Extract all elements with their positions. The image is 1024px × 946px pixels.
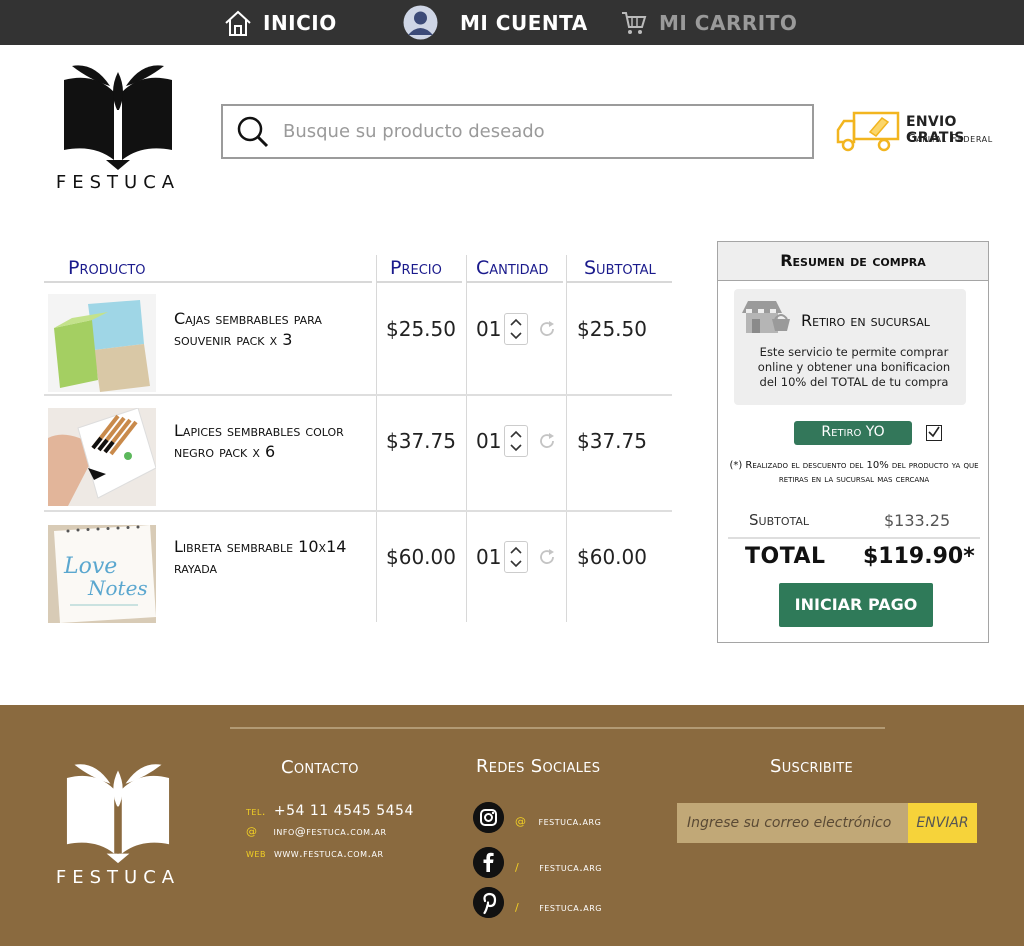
product-name[interactable]: Lapices sembrables color negro pack x 6	[174, 420, 369, 462]
quantity-value[interactable]: 01	[476, 545, 501, 569]
order-summary-panel: Resumen de compra Retiro en sucursal Est…	[717, 241, 989, 643]
nav-account-label: MI CUENTA	[460, 10, 588, 35]
footer-logo-text: FESTUCA	[55, 867, 181, 888]
column-divider	[566, 255, 567, 622]
facebook-icon[interactable]	[473, 847, 504, 878]
summary-title: Resumen de compra	[718, 242, 988, 281]
column-header-quantity: Cantidad	[466, 255, 563, 283]
row-divider	[44, 394, 672, 396]
subtotal-value: $133.25	[884, 511, 951, 530]
checkmark-icon	[928, 426, 940, 438]
chevron-down-icon[interactable]	[510, 443, 522, 453]
brand-logo-text: FESTUCA	[55, 172, 181, 193]
product-image-notebook[interactable]: Love Notes	[48, 525, 156, 623]
social-pinterest-handle[interactable]: / festuca.arg	[515, 901, 602, 914]
subscribe-title: Suscribite	[770, 756, 854, 777]
refresh-icon[interactable]	[538, 320, 556, 338]
chevron-down-icon[interactable]	[510, 559, 522, 569]
newsletter-email-input[interactable]	[677, 803, 908, 843]
chevron-down-icon[interactable]	[510, 331, 522, 341]
instagram-icon[interactable]	[473, 802, 504, 833]
total-label: TOTAL	[745, 544, 826, 569]
book-logo-icon	[66, 764, 170, 864]
chevron-up-icon[interactable]	[510, 317, 522, 327]
search-input[interactable]	[283, 121, 783, 142]
quantity-value[interactable]: 01	[476, 429, 501, 453]
quantity-stepper[interactable]	[504, 425, 528, 457]
column-header-price: Precio	[376, 255, 462, 283]
footer-divider	[230, 727, 885, 729]
nav-account[interactable]: MI CUENTA	[403, 0, 588, 45]
search-icon	[237, 116, 269, 147]
brand-logo[interactable]: FESTUCA	[44, 62, 192, 196]
contact-email[interactable]: @ info@festuca.com.ar	[246, 825, 387, 838]
row-subtotal: $60.00	[577, 545, 647, 569]
social-instagram-handle[interactable]: @ festuca.arg	[515, 815, 601, 828]
row-subtotal: $37.75	[577, 429, 647, 453]
row-divider	[44, 510, 672, 512]
product-image-boxes[interactable]	[48, 294, 156, 392]
column-divider	[466, 255, 467, 622]
refresh-icon[interactable]	[538, 432, 556, 450]
boxes-image-icon	[48, 294, 156, 392]
nav-home-label: INICIO	[263, 10, 337, 35]
quantity-value[interactable]: 01	[476, 317, 501, 341]
quantity-stepper[interactable]	[504, 313, 528, 345]
row-subtotal: $25.50	[577, 317, 647, 341]
footer: FESTUCA Contacto tel. +54 11 4545 5454 @…	[0, 705, 1024, 946]
product-name[interactable]: Cajas sembrables para souvenir pack x 3	[174, 308, 369, 350]
contact-phone[interactable]: tel. +54 11 4545 5454	[246, 803, 414, 819]
cart-icon	[622, 11, 647, 34]
store-icon	[742, 301, 790, 333]
store-pickup-box: Retiro en sucursal Este servicio te perm…	[734, 289, 966, 405]
product-image-pencils[interactable]	[48, 408, 156, 506]
delivery-truck-icon	[836, 111, 900, 152]
column-header-subtotal: Subtotal	[567, 255, 672, 283]
contact-web[interactable]: web www.festuca.com.ar	[246, 847, 384, 860]
book-logo-icon	[64, 65, 172, 170]
pencils-image-icon	[48, 408, 156, 506]
newsletter-send-button[interactable]: ENVIAR	[908, 803, 977, 843]
top-navigation-bar: INICIO MI CUENTA MI CARRITO	[0, 0, 1024, 45]
contact-title: Contacto	[281, 757, 359, 778]
column-header-product: Producto	[44, 255, 372, 283]
product-price: $60.00	[386, 545, 456, 569]
subtotal-label: Subtotal	[749, 511, 810, 529]
chevron-up-icon[interactable]	[510, 429, 522, 439]
home-icon	[225, 10, 251, 36]
refresh-icon[interactable]	[538, 548, 556, 566]
nav-cart[interactable]: MI CARRITO	[621, 0, 797, 45]
quantity-stepper[interactable]	[504, 541, 528, 573]
pickup-title: Retiro en sucursal	[801, 311, 930, 330]
chevron-up-icon[interactable]	[510, 545, 522, 555]
newsletter-form: ENVIAR	[677, 803, 977, 843]
user-avatar-icon	[403, 5, 438, 40]
product-price: $37.75	[386, 429, 456, 453]
svg-text:Notes: Notes	[87, 576, 148, 600]
pinterest-icon[interactable]	[473, 887, 504, 918]
discount-note: (*) Realizado el descuento del 10% del p…	[729, 460, 979, 485]
summary-divider	[728, 537, 980, 539]
shipping-subtitle: Capital Federal	[908, 132, 993, 145]
product-name[interactable]: Libreta sembrable 10x14 rayada	[174, 536, 369, 578]
social-facebook-handle[interactable]: / festuca.arg	[515, 861, 602, 874]
column-divider	[376, 255, 377, 622]
search-bar[interactable]	[221, 104, 814, 159]
pickup-button[interactable]: Retiro YO	[794, 421, 912, 445]
free-shipping-badge: ENVIO GRATIS Capital Federal	[836, 110, 1016, 155]
nav-cart-label: MI CARRITO	[659, 10, 798, 35]
total-value: $119.90*	[863, 544, 975, 569]
footer-logo[interactable]: FESTUCA	[44, 761, 192, 891]
pickup-checkbox[interactable]	[926, 425, 942, 441]
pickup-description: Este servicio te permite comprar online …	[757, 345, 951, 389]
product-price: $25.50	[386, 317, 456, 341]
start-payment-button[interactable]: INICIAR PAGO	[779, 583, 933, 627]
nav-home[interactable]: INICIO	[223, 0, 337, 45]
social-title: Redes Sociales	[476, 756, 601, 777]
notebook-image-icon: Love Notes	[48, 525, 156, 623]
